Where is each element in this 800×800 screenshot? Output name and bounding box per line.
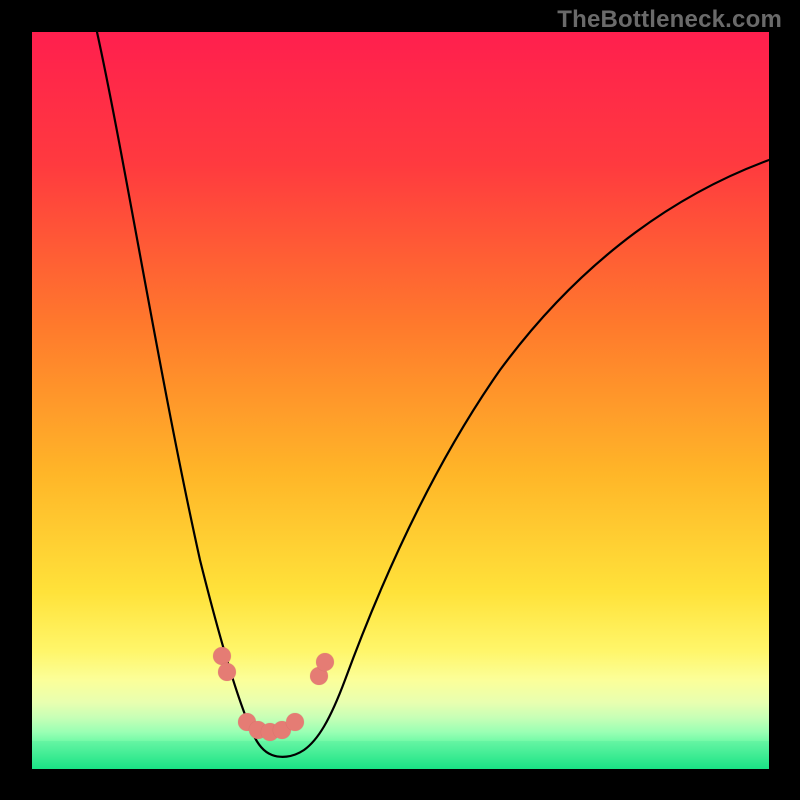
chart-root: { "watermark": { "text": "TheBottleneck.…	[0, 0, 800, 800]
data-point-marker	[316, 653, 334, 671]
data-point-marker	[218, 663, 236, 681]
data-point-marker	[286, 713, 304, 731]
plot-area	[32, 32, 769, 769]
watermark-text: TheBottleneck.com	[557, 6, 782, 34]
bottleneck-curve	[32, 32, 769, 769]
